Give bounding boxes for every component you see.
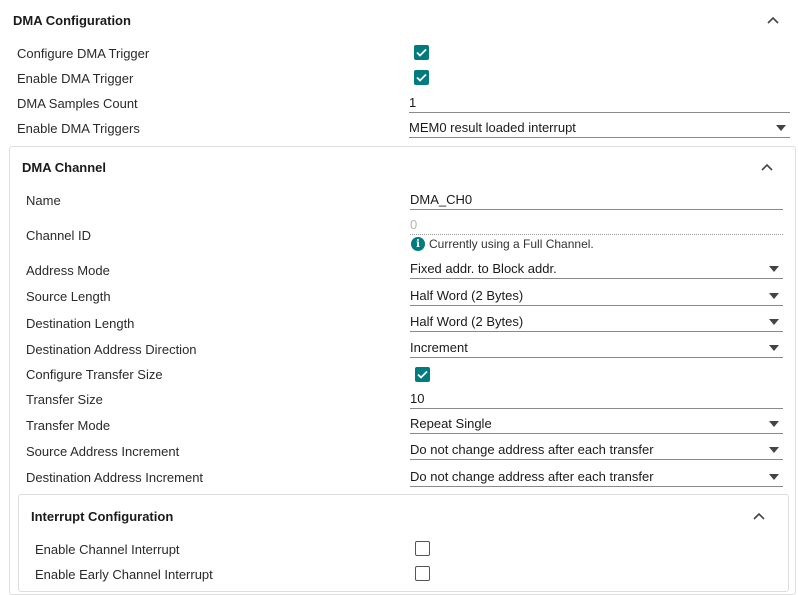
check-icon bbox=[417, 370, 428, 379]
enable-channel-interrupt-row: Enable Channel Interrupt bbox=[35, 540, 180, 558]
dma-samples-count-row: DMA Samples Count bbox=[17, 94, 138, 112]
dma-samples-count-label: DMA Samples Count bbox=[17, 95, 138, 111]
destination-length-value: Half Word (2 Bytes) bbox=[410, 314, 524, 329]
caret-down-icon bbox=[769, 446, 779, 453]
enable-dma-trigger-label: Enable DMA Trigger bbox=[17, 70, 134, 86]
destination-address-direction-label: Destination Address Direction bbox=[26, 341, 197, 357]
caret-down-icon bbox=[769, 344, 779, 351]
channel-id-info-text: Currently using a Full Channel. bbox=[429, 237, 594, 251]
chevron-up-icon[interactable] bbox=[752, 509, 766, 523]
dma-samples-count-value: 1 bbox=[409, 95, 417, 110]
interrupt-config-title: Interrupt Configuration bbox=[31, 508, 174, 524]
transfer-mode-row: Transfer Mode bbox=[26, 416, 110, 434]
dma-channel-title: DMA Channel bbox=[22, 159, 107, 175]
caret-down-icon bbox=[769, 265, 779, 272]
source-address-increment-label: Source Address Increment bbox=[26, 443, 180, 459]
configure-dma-trigger-label: Configure DMA Trigger bbox=[17, 45, 150, 61]
dma-channel-header[interactable]: DMA Channel bbox=[22, 158, 774, 176]
channel-id-info: i Currently using a Full Channel. bbox=[411, 236, 594, 252]
enable-early-channel-interrupt-checkbox[interactable] bbox=[415, 566, 430, 581]
enable-dma-triggers-select[interactable]: MEM0 result loaded interrupt bbox=[409, 118, 790, 138]
source-length-select[interactable]: Half Word (2 Bytes) bbox=[410, 286, 783, 306]
channel-id-row: Channel ID bbox=[26, 226, 91, 244]
channel-name-row: Name bbox=[26, 191, 61, 209]
caret-down-icon bbox=[769, 292, 779, 299]
enable-dma-triggers-label: Enable DMA Triggers bbox=[17, 120, 140, 136]
source-length-label: Source Length bbox=[26, 288, 111, 304]
enable-dma-trigger-checkbox[interactable] bbox=[414, 70, 429, 85]
transfer-size-value: 10 bbox=[410, 391, 425, 406]
transfer-mode-label: Transfer Mode bbox=[26, 417, 111, 433]
info-icon: i bbox=[411, 237, 425, 251]
enable-early-channel-interrupt-row: Enable Early Channel Interrupt bbox=[35, 565, 213, 583]
dma-samples-count-input[interactable]: 1 bbox=[409, 93, 790, 113]
enable-dma-triggers-row: Enable DMA Triggers bbox=[17, 119, 140, 137]
address-mode-label: Address Mode bbox=[26, 262, 110, 278]
channel-name-input[interactable]: DMA_CH0 bbox=[410, 190, 783, 210]
channel-id-label: Channel ID bbox=[26, 227, 92, 243]
caret-down-icon bbox=[769, 318, 779, 325]
dma-config-title: DMA Configuration bbox=[13, 12, 131, 28]
transfer-mode-select[interactable]: Repeat Single bbox=[410, 414, 783, 434]
configure-transfer-size-label: Configure Transfer Size bbox=[26, 366, 163, 382]
interrupt-config-header[interactable]: Interrupt Configuration bbox=[31, 507, 766, 525]
destination-address-increment-select[interactable]: Do not change address after each transfe… bbox=[410, 467, 783, 487]
enable-dma-trigger-row: Enable DMA Trigger bbox=[17, 69, 133, 87]
transfer-size-row: Transfer Size bbox=[26, 390, 103, 408]
configure-dma-trigger-row: Configure DMA Trigger bbox=[17, 44, 149, 62]
address-mode-row: Address Mode bbox=[26, 261, 110, 279]
chevron-up-icon[interactable] bbox=[760, 160, 774, 174]
destination-length-row: Destination Length bbox=[26, 314, 134, 332]
enable-early-channel-interrupt-label: Enable Early Channel Interrupt bbox=[35, 566, 213, 582]
check-icon bbox=[416, 48, 427, 57]
channel-name-label: Name bbox=[26, 192, 61, 208]
address-mode-value: Fixed addr. to Block addr. bbox=[410, 261, 557, 276]
enable-dma-triggers-value: MEM0 result loaded interrupt bbox=[409, 120, 576, 135]
configure-transfer-size-checkbox[interactable] bbox=[415, 367, 430, 382]
caret-down-icon bbox=[776, 124, 786, 131]
source-address-increment-value: Do not change address after each transfe… bbox=[410, 442, 654, 457]
destination-length-label: Destination Length bbox=[26, 315, 135, 331]
address-mode-select[interactable]: Fixed addr. to Block addr. bbox=[410, 259, 783, 279]
source-address-increment-row: Source Address Increment bbox=[26, 442, 179, 460]
caret-down-icon bbox=[769, 420, 779, 427]
transfer-size-input[interactable]: 10 bbox=[410, 389, 783, 409]
check-icon bbox=[416, 73, 427, 82]
transfer-mode-value: Repeat Single bbox=[410, 416, 492, 431]
transfer-size-label: Transfer Size bbox=[26, 391, 103, 407]
channel-id-input: 0 bbox=[410, 215, 783, 235]
destination-address-increment-label: Destination Address Increment bbox=[26, 469, 204, 485]
configure-dma-trigger-checkbox[interactable] bbox=[414, 45, 429, 60]
destination-address-direction-row: Destination Address Direction bbox=[26, 340, 197, 358]
caret-down-icon bbox=[769, 473, 779, 480]
enable-channel-interrupt-label: Enable Channel Interrupt bbox=[35, 541, 180, 557]
enable-channel-interrupt-checkbox[interactable] bbox=[415, 541, 430, 556]
channel-name-value: DMA_CH0 bbox=[410, 192, 473, 207]
source-length-value: Half Word (2 Bytes) bbox=[410, 288, 524, 303]
destination-address-increment-row: Destination Address Increment bbox=[26, 468, 203, 486]
chevron-up-icon[interactable] bbox=[766, 13, 780, 27]
destination-length-select[interactable]: Half Word (2 Bytes) bbox=[410, 312, 783, 332]
channel-id-value: 0 bbox=[410, 217, 418, 232]
source-address-increment-select[interactable]: Do not change address after each transfe… bbox=[410, 440, 783, 460]
configure-transfer-size-row: Configure Transfer Size bbox=[26, 365, 163, 383]
source-length-row: Source Length bbox=[26, 287, 111, 305]
destination-address-direction-select[interactable]: Increment bbox=[410, 338, 783, 358]
destination-address-direction-value: Increment bbox=[410, 340, 468, 355]
dma-config-header[interactable]: DMA Configuration bbox=[13, 11, 780, 29]
destination-address-increment-value: Do not change address after each transfe… bbox=[410, 469, 654, 484]
